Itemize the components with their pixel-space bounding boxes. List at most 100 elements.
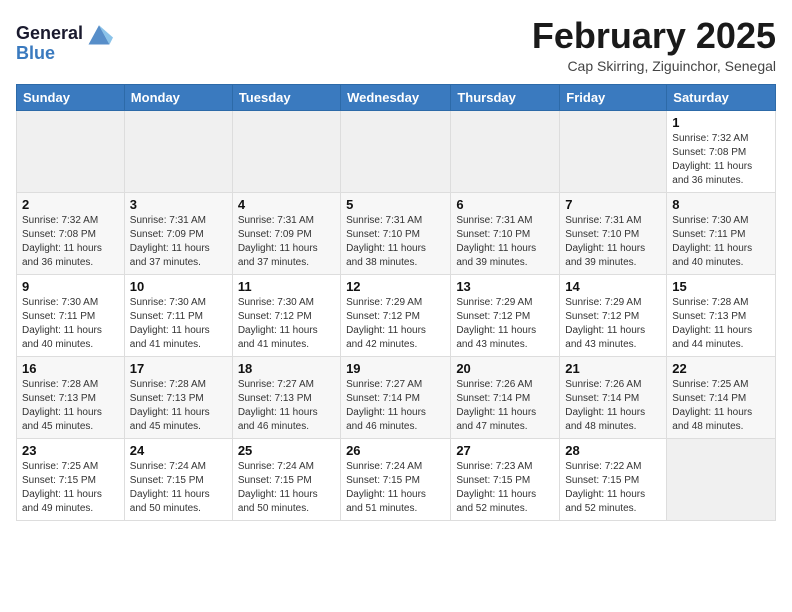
column-header-saturday: Saturday [667, 84, 776, 110]
day-info: Sunrise: 7:31 AM Sunset: 7:10 PM Dayligh… [456, 214, 554, 270]
day-number: 15 [672, 279, 770, 294]
day-number: 17 [130, 361, 227, 376]
day-number: 12 [346, 279, 445, 294]
column-header-thursday: Thursday [451, 84, 560, 110]
day-info: Sunrise: 7:31 AM Sunset: 7:09 PM Dayligh… [130, 214, 227, 270]
day-cell [341, 110, 451, 192]
day-number: 14 [565, 279, 661, 294]
day-cell: 21Sunrise: 7:26 AM Sunset: 7:14 PM Dayli… [560, 356, 667, 438]
day-number: 13 [456, 279, 554, 294]
day-cell [232, 110, 340, 192]
day-cell: 18 Sunrise: 7:27 AM Sunset: 7:13 PM Dayli… [232, 356, 340, 438]
day-number: 26 [346, 443, 445, 458]
day-info: Sunrise: 7:22 AM Sunset: 7:15 PM Dayligh… [565, 460, 661, 516]
day-number: 20 [456, 361, 554, 376]
day-info: Sunrise: 7:31 AM Sunset: 7:09 PM Dayligh… [238, 214, 335, 270]
day-info: Sunrise: 7:26 AM Sunset: 7:14 PM Dayligh… [565, 378, 661, 434]
day-number: 23 [22, 443, 119, 458]
day-info: Sunrise: 7:32 AM Sunset: 7:08 PM Dayligh… [672, 132, 770, 188]
day-info: Sunrise: 7:30 AM Sunset: 7:11 PM Dayligh… [672, 214, 770, 270]
day-cell: 8 Sunrise: 7:30 AM Sunset: 7:11 PM Daylig… [667, 192, 776, 274]
day-info: Sunrise: 7:28 AM Sunset: 7:13 PM Dayligh… [22, 378, 119, 434]
day-number: 11 [238, 279, 335, 294]
day-number: 2 [22, 197, 119, 212]
day-info: Sunrise: 7:27 AM Sunset: 7:14 PM Dayligh… [346, 378, 445, 434]
day-info: Sunrise: 7:27 AM Sunset: 7:13 PM Dayligh… [238, 378, 335, 434]
day-cell: 10Sunrise: 7:30 AM Sunset: 7:11 PM Dayli… [124, 274, 232, 356]
day-info: Sunrise: 7:25 AM Sunset: 7:14 PM Dayligh… [672, 378, 770, 434]
day-info: Sunrise: 7:23 AM Sunset: 7:15 PM Dayligh… [456, 460, 554, 516]
day-cell: 25 Sunrise: 7:24 AM Sunset: 7:15 PM Dayli… [232, 438, 340, 520]
column-header-friday: Friday [560, 84, 667, 110]
column-header-monday: Monday [124, 84, 232, 110]
day-info: Sunrise: 7:29 AM Sunset: 7:12 PM Dayligh… [456, 296, 554, 352]
day-cell: 23 Sunrise: 7:25 AM Sunset: 7:15 PM Dayli… [17, 438, 125, 520]
day-number: 3 [130, 197, 227, 212]
day-info: Sunrise: 7:24 AM Sunset: 7:15 PM Dayligh… [346, 460, 445, 516]
day-info: Sunrise: 7:29 AM Sunset: 7:12 PM Dayligh… [346, 296, 445, 352]
day-number: 16 [22, 361, 119, 376]
calendar-header-row: SundayMondayTuesdayWednesdayThursdayFrid… [17, 84, 776, 110]
day-cell: 2 Sunrise: 7:32 AM Sunset: 7:08 PM Daylig… [17, 192, 125, 274]
day-cell: 7Sunrise: 7:31 AM Sunset: 7:10 PM Daylig… [560, 192, 667, 274]
week-row-3: 9 Sunrise: 7:30 AM Sunset: 7:11 PM Daylig… [17, 274, 776, 356]
day-cell [560, 110, 667, 192]
month-year: February 2025 [532, 16, 776, 56]
day-cell: 26 Sunrise: 7:24 AM Sunset: 7:15 PM Dayli… [341, 438, 451, 520]
day-info: Sunrise: 7:28 AM Sunset: 7:13 PM Dayligh… [672, 296, 770, 352]
logo: General Blue [16, 20, 113, 64]
day-info: Sunrise: 7:30 AM Sunset: 7:11 PM Dayligh… [130, 296, 227, 352]
calendar-table: SundayMondayTuesdayWednesdayThursdayFrid… [16, 84, 776, 521]
day-number: 1 [672, 115, 770, 130]
location: Cap Skirring, Ziguinchor, Senegal [532, 58, 776, 74]
day-number: 18 [238, 361, 335, 376]
day-cell: 17 Sunrise: 7:28 AM Sunset: 7:13 PM Dayli… [124, 356, 232, 438]
logo-blue-text: Blue [16, 44, 55, 64]
day-cell: 22 Sunrise: 7:25 AM Sunset: 7:14 PM Dayli… [667, 356, 776, 438]
day-info: Sunrise: 7:24 AM Sunset: 7:15 PM Dayligh… [238, 460, 335, 516]
day-info: Sunrise: 7:30 AM Sunset: 7:12 PM Dayligh… [238, 296, 335, 352]
day-cell [17, 110, 125, 192]
day-number: 8 [672, 197, 770, 212]
column-header-sunday: Sunday [17, 84, 125, 110]
day-info: Sunrise: 7:32 AM Sunset: 7:08 PM Dayligh… [22, 214, 119, 270]
day-cell: 24Sunrise: 7:24 AM Sunset: 7:15 PM Dayli… [124, 438, 232, 520]
day-cell [451, 110, 560, 192]
day-number: 28 [565, 443, 661, 458]
day-cell: 15 Sunrise: 7:28 AM Sunset: 7:13 PM Dayli… [667, 274, 776, 356]
day-cell: 4 Sunrise: 7:31 AM Sunset: 7:09 PM Daylig… [232, 192, 340, 274]
title-block: February 2025 Cap Skirring, Ziguinchor, … [532, 16, 776, 74]
day-number: 6 [456, 197, 554, 212]
day-cell: 20Sunrise: 7:26 AM Sunset: 7:14 PM Dayli… [451, 356, 560, 438]
day-number: 24 [130, 443, 227, 458]
column-header-tuesday: Tuesday [232, 84, 340, 110]
day-number: 19 [346, 361, 445, 376]
day-number: 22 [672, 361, 770, 376]
week-row-5: 23 Sunrise: 7:25 AM Sunset: 7:15 PM Dayli… [17, 438, 776, 520]
day-number: 27 [456, 443, 554, 458]
week-row-2: 2 Sunrise: 7:32 AM Sunset: 7:08 PM Daylig… [17, 192, 776, 274]
day-cell: 19 Sunrise: 7:27 AM Sunset: 7:14 PM Dayli… [341, 356, 451, 438]
day-number: 25 [238, 443, 335, 458]
week-row-1: 1 Sunrise: 7:32 AM Sunset: 7:08 PM Daylig… [17, 110, 776, 192]
header: General Blue February 2025 Cap Skirring,… [16, 16, 776, 74]
day-cell [124, 110, 232, 192]
day-number: 4 [238, 197, 335, 212]
day-cell: 14 Sunrise: 7:29 AM Sunset: 7:12 PM Dayli… [560, 274, 667, 356]
day-cell: 5 Sunrise: 7:31 AM Sunset: 7:10 PM Daylig… [341, 192, 451, 274]
day-info: Sunrise: 7:31 AM Sunset: 7:10 PM Dayligh… [565, 214, 661, 270]
day-info: Sunrise: 7:29 AM Sunset: 7:12 PM Dayligh… [565, 296, 661, 352]
day-cell: 6 Sunrise: 7:31 AM Sunset: 7:10 PM Daylig… [451, 192, 560, 274]
day-cell: 28 Sunrise: 7:22 AM Sunset: 7:15 PM Dayli… [560, 438, 667, 520]
day-info: Sunrise: 7:25 AM Sunset: 7:15 PM Dayligh… [22, 460, 119, 516]
day-info: Sunrise: 7:28 AM Sunset: 7:13 PM Dayligh… [130, 378, 227, 434]
day-cell: 3 Sunrise: 7:31 AM Sunset: 7:09 PM Daylig… [124, 192, 232, 274]
day-cell: 12 Sunrise: 7:29 AM Sunset: 7:12 PM Dayli… [341, 274, 451, 356]
column-header-wednesday: Wednesday [341, 84, 451, 110]
day-cell [667, 438, 776, 520]
day-info: Sunrise: 7:31 AM Sunset: 7:10 PM Dayligh… [346, 214, 445, 270]
day-number: 5 [346, 197, 445, 212]
logo-text: General [16, 24, 83, 44]
day-number: 9 [22, 279, 119, 294]
day-cell: 16 Sunrise: 7:28 AM Sunset: 7:13 PM Dayli… [17, 356, 125, 438]
